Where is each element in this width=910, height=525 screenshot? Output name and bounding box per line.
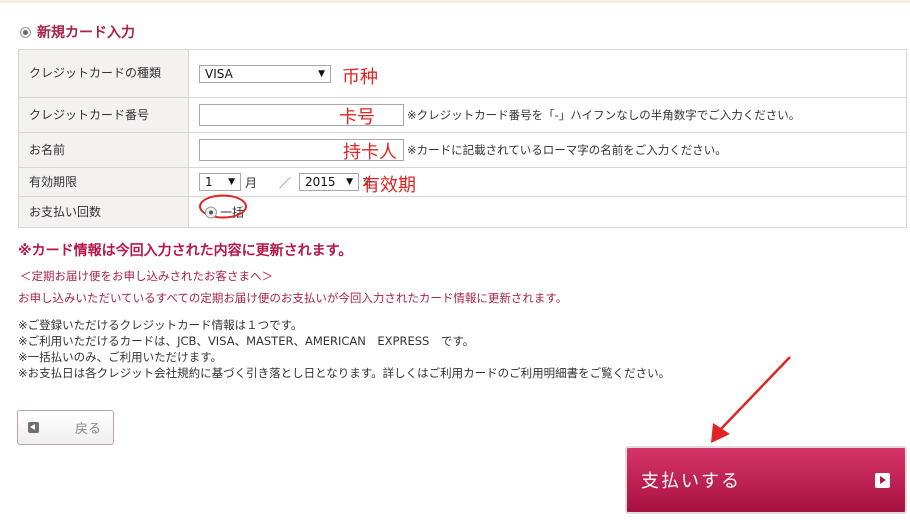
expiry-month-select[interactable]: 1 ▼ xyxy=(199,173,241,191)
payment-count-row: お支払い回数 一括 xyxy=(18,194,907,228)
card-type-row: クレジットカードの種類 VISA ▼ 币种 xyxy=(18,49,907,98)
pay-button[interactable]: 支払いする xyxy=(625,446,907,514)
note-item: ※ご利用いただけるカードは、JCB、VISA、MASTER、AMERICAN E… xyxy=(18,334,475,348)
payment-option-lump-sum[interactable]: 一括 xyxy=(199,194,247,221)
pay-button-label: 支払いする xyxy=(641,471,741,492)
subscription-body: お申し込みいただいているすべての定期お届け便のお支払いが今回入力されたカード情報… xyxy=(18,291,568,305)
note-item: ※一括払いのみ、ご利用いただけます。 xyxy=(18,350,222,364)
month-unit: 月 xyxy=(245,175,258,190)
payment-count-label: お支払い回数 xyxy=(18,196,189,228)
card-type-label: クレジットカードの種類 xyxy=(18,49,189,98)
card-type-cell: VISA ▼ 币种 xyxy=(188,49,907,98)
expiry-cell: 1 ▼ 月／ 2015 ▼ 年 有效期 xyxy=(188,167,907,197)
payment-count-cell: 一括 xyxy=(188,194,907,228)
bullet-icon xyxy=(20,26,31,38)
expiry-label: 有効期限 xyxy=(18,167,189,197)
update-warning: ※カード情報は今回入力された内容に更新されます。 xyxy=(18,243,353,259)
subscription-heading: ＜定期お届け便をお申し込みされたお客さまへ＞ xyxy=(20,269,273,283)
notes-list: ※ご登録いただけるクレジットカード情報は１つです。 ※ご利用いただけるカードは、… xyxy=(18,317,670,381)
section-title: 新規カード入力 xyxy=(37,25,135,41)
dropdown-arrow-icon: ▼ xyxy=(346,177,354,187)
card-form: クレジットカードの種類 VISA ▼ 币种 クレジットカード番号 ※クレジットカ… xyxy=(18,49,907,228)
name-row: お名前 ※カードに記載されているローマ字の名前をご入力ください。 持卡人 xyxy=(18,132,907,168)
card-number-label: クレジットカード番号 xyxy=(18,97,189,133)
annotation-arrow-line xyxy=(719,356,791,431)
annotation-expiry: 有效期 xyxy=(362,175,416,196)
expiry-row: 有効期限 1 ▼ 月／ 2015 ▼ 年 有效期 xyxy=(18,167,907,197)
next-arrow-icon xyxy=(875,472,890,488)
date-separator: ／ xyxy=(279,175,292,190)
card-number-note: ※クレジットカード番号を「-」ハイフンなしの半角数字でご入力ください。 xyxy=(407,108,801,122)
annotation-card-number: 卡号 xyxy=(339,107,375,128)
back-button-label: 戻る xyxy=(75,422,102,437)
section-header: 新規カード入力 xyxy=(20,22,135,42)
annotation-name: 持卡人 xyxy=(343,142,397,163)
back-arrow-icon xyxy=(28,422,39,433)
card-number-cell: ※クレジットカード番号を「-」ハイフンなしの半角数字でご入力ください。 卡号 xyxy=(188,97,907,133)
back-button[interactable]: 戻る xyxy=(17,410,114,445)
expiry-month-value: 1 xyxy=(205,175,213,189)
name-note: ※カードに記載されているローマ字の名前をご入力ください。 xyxy=(407,143,727,157)
card-type-select[interactable]: VISA ▼ xyxy=(199,64,331,83)
name-cell: ※カードに記載されているローマ字の名前をご入力ください。 持卡人 xyxy=(188,132,907,168)
note-item: ※ご登録いただけるクレジットカード情報は１つです。 xyxy=(18,318,303,332)
annotation-card-type: 币种 xyxy=(342,67,378,88)
annotation-arrow-head xyxy=(711,423,730,443)
dropdown-arrow-icon: ▼ xyxy=(318,68,325,79)
expiry-year-select[interactable]: 2015 ▼ xyxy=(299,173,360,191)
note-item: ※お支払日は各クレジット会社規約に基づく引き落とし日となります。詳しくはご利用カ… xyxy=(18,366,671,380)
card-number-row: クレジットカード番号 ※クレジットカード番号を「-」ハイフンなしの半角数字でご入… xyxy=(18,97,907,133)
expiry-year-value: 2015 xyxy=(305,175,336,189)
name-label: お名前 xyxy=(18,132,189,168)
dropdown-arrow-icon: ▼ xyxy=(228,177,235,187)
top-divider xyxy=(0,0,910,3)
card-type-value: VISA xyxy=(205,66,233,81)
lump-sum-radio[interactable] xyxy=(205,206,217,218)
